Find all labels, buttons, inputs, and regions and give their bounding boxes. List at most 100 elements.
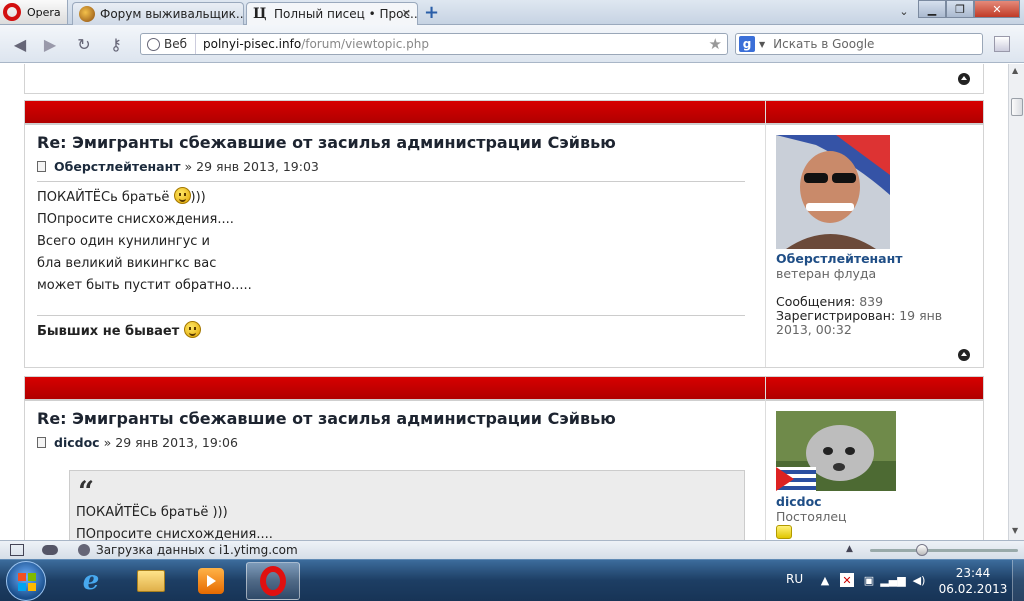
clock-date: 06.02.2013	[938, 582, 1008, 596]
search-engine-dropdown-icon[interactable]: ▼	[759, 40, 765, 49]
opera-icon	[260, 566, 286, 596]
pp-favicon-icon: Ц	[253, 6, 267, 22]
back-icon[interactable]: ◀	[10, 34, 30, 54]
action-center-icon[interactable]: ✕	[840, 573, 854, 587]
post-author[interactable]: dicdoc	[54, 435, 100, 450]
loading-icon	[78, 544, 90, 556]
system-clock[interactable]: 23:44 06.02.2013	[938, 565, 1008, 597]
url-path: /forum/viewtopic.php	[301, 37, 429, 51]
stat-label: Сообщения:	[776, 294, 856, 309]
tab-bar: Opera Форум выживальщик... Ц Полный писе…	[0, 0, 1024, 25]
post-line: бла великий викингкс вас	[37, 256, 217, 271]
close-window-button[interactable]: ✕	[974, 0, 1020, 18]
google-icon: g	[739, 36, 755, 52]
volume-icon[interactable]: ◀)	[912, 573, 926, 587]
post-icon[interactable]	[37, 437, 46, 448]
status-text: Загрузка данных с i1.ytimg.com	[96, 543, 298, 557]
taskbar-opera[interactable]	[246, 562, 300, 600]
post-icon[interactable]	[37, 161, 46, 172]
panel-toggle-icon[interactable]	[10, 544, 24, 556]
profile-rank: Постоялец	[776, 509, 847, 524]
globe-icon	[147, 37, 160, 51]
quote-mark-icon: “	[78, 475, 95, 508]
tab-forum[interactable]: Форум выживальщик...	[72, 2, 244, 25]
url-text: polnyi-pisec.info/forum/viewtopic.php	[196, 37, 429, 51]
zoom-slider[interactable]	[870, 549, 1018, 552]
post-profile: Оберстлейтенант ветеран флуда Сообщения:…	[765, 101, 985, 367]
cloud-icon[interactable]	[42, 545, 58, 555]
site-info-badge[interactable]: Веб	[141, 34, 197, 54]
media-player-icon	[198, 568, 224, 594]
scroll-down-icon[interactable]: ▼	[1012, 526, 1018, 535]
quote-line: ПОКАЙТЁСь братьё )))	[76, 505, 228, 520]
address-toolbar: ◀ ▶ ↻ ⚷ Веб polnyi-pisec.info/forum/view…	[0, 25, 1024, 63]
reload-icon[interactable]: ↻	[74, 34, 94, 54]
post-line: ПОКАЙТЁСь братьё	[37, 190, 170, 205]
profile-name[interactable]: Оберстлейтенант	[776, 251, 903, 266]
tab-polnyi-pisec[interactable]: Ц Полный писец • Прос... ✕	[246, 2, 418, 25]
scroll-up-icon[interactable]: ▲	[1012, 66, 1018, 75]
page-scrollbar[interactable]: ▲ ▼	[1008, 64, 1024, 540]
post-author[interactable]: Оберстлейтенант	[54, 159, 181, 174]
profile-registered: Зарегистрирован: 19 янв 2013, 00:32	[776, 309, 976, 337]
tab-scroll-icon[interactable]: ⌄	[892, 2, 916, 20]
minimize-button[interactable]: ▁	[918, 0, 946, 18]
post-title[interactable]: Re: Эмигранты сбежавшие от засилья админ…	[37, 409, 616, 428]
post-line: может быть пустит обратно.....	[37, 278, 252, 293]
zoom-slider-handle[interactable]	[916, 544, 928, 556]
opera-menu-label: Opera	[27, 5, 61, 19]
zoom-menu-icon[interactable]: ▲	[846, 544, 853, 554]
network-signal-icon[interactable]: ▂▄▆	[880, 573, 905, 587]
post-signature: Бывших не бывает	[37, 321, 201, 339]
taskbar-ie[interactable]: e	[64, 562, 118, 600]
page-viewport: Re: Эмигранты сбежавшие от засилья админ…	[0, 64, 1008, 540]
profile-rank: ветеран флуда	[776, 266, 877, 281]
key-icon[interactable]: ⚷	[106, 34, 126, 54]
back-to-top-icon[interactable]	[958, 73, 970, 85]
post-profile: dicdoc Постоялец	[765, 377, 985, 540]
language-indicator[interactable]: RU	[786, 572, 803, 586]
maximize-button[interactable]: ❐	[946, 0, 974, 18]
profile-messages: Сообщения: 839	[776, 295, 976, 309]
signature-divider	[37, 315, 745, 316]
post: Re: Эмигранты сбежавшие от засилья админ…	[24, 100, 984, 368]
opera-menu-button[interactable]: Opera	[0, 0, 68, 24]
opera-logo-icon	[3, 3, 21, 21]
usb-device-icon[interactable]: ▣	[862, 573, 876, 587]
user-avatar[interactable]	[776, 135, 890, 249]
scroll-thumb[interactable]	[1011, 98, 1023, 116]
quote-block: “ ПОКАЙТЁСь братьё ))) ПОпросите снисхож…	[69, 470, 745, 540]
post-line: Всего один кунилингус и	[37, 234, 211, 249]
internet-explorer-icon: e	[82, 566, 100, 596]
forward-icon[interactable]: ▶	[40, 34, 60, 54]
profile-name[interactable]: dicdoc	[776, 494, 822, 509]
stat-value[interactable]: 839	[859, 294, 883, 309]
post: Re: Эмигранты сбежавшие от засилья админ…	[24, 376, 984, 540]
bookmark-star-icon[interactable]: ★	[709, 35, 722, 53]
post-meta: Оберстлейтенант » 29 янв 2013, 19:03	[37, 159, 319, 174]
start-button[interactable]	[6, 561, 46, 601]
signature-text: Бывших не бывает	[37, 324, 180, 339]
previous-post-stub	[24, 64, 984, 94]
folder-icon	[137, 570, 165, 592]
new-tab-button[interactable]: +	[424, 2, 439, 23]
post-line: )))	[190, 190, 206, 205]
divider	[37, 181, 745, 182]
taskbar-media-player[interactable]	[184, 562, 238, 600]
taskbar-explorer[interactable]	[124, 562, 178, 600]
show-desktop-button[interactable]	[1012, 560, 1024, 601]
panel-toggle-icon[interactable]	[994, 36, 1010, 52]
post-date: 29 янв 2013, 19:03	[196, 159, 319, 174]
clock-time: 23:44	[955, 566, 991, 580]
post-body: ПОКАЙТЁСь братьё ))) ПОпросите снисхожде…	[37, 187, 252, 297]
address-field[interactable]: Веб polnyi-pisec.info/forum/viewtopic.ph…	[140, 33, 728, 55]
user-avatar[interactable]	[776, 411, 896, 491]
post-title[interactable]: Re: Эмигранты сбежавшие от засилья админ…	[37, 133, 616, 152]
tray-expand-icon[interactable]: ▲	[818, 573, 832, 587]
search-field[interactable]: g ▼ Искать в Google	[735, 33, 983, 55]
url-host: polnyi-pisec.info	[203, 37, 302, 51]
smile-icon	[183, 321, 201, 338]
post-meta: dicdoc » 29 янв 2013, 19:06	[37, 435, 238, 450]
site-info-label: Веб	[164, 37, 188, 51]
close-tab-icon[interactable]: ✕	[402, 7, 411, 20]
